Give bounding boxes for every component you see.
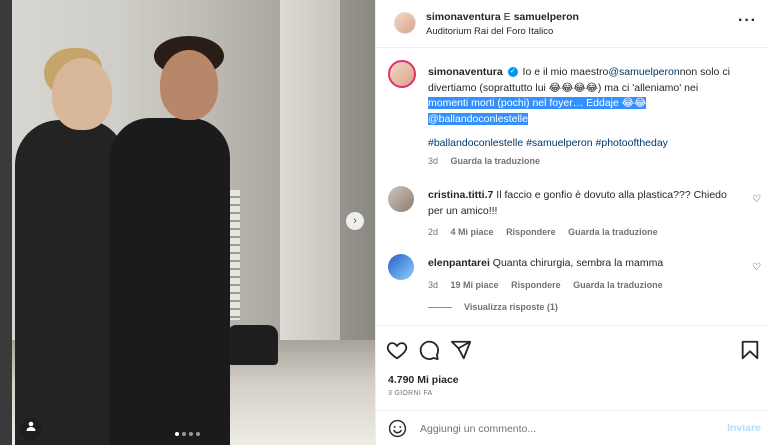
emoji-smiley-icon[interactable] [388,419,407,438]
user-icon [26,421,36,431]
likes-count[interactable]: 4.790 Mi piace [388,374,459,386]
commenter-avatar[interactable] [388,186,414,212]
next-slide-button[interactable]: › [346,212,364,230]
comment-reply-button[interactable]: Rispondere [506,227,556,237]
post-photo[interactable]: › [0,0,375,445]
comment-translate-link[interactable]: Guarda la traduzione [573,280,663,290]
bookmark-icon [741,340,759,360]
caption-highlighted-text: momenti morti (pochi) nel foyer… Eddaje … [428,97,647,109]
location-link[interactable]: Auditorium Rai del Foro Italico [426,26,553,37]
tagged-users-icon[interactable] [20,418,42,440]
caption-username[interactable]: simonaventura [428,66,503,78]
more-dots-icon[interactable]: ··· [738,12,757,30]
comment-text: Quanta chirurgia, sembra la mamma [492,257,664,269]
save-post-button[interactable] [739,339,761,364]
comment-meta: 2d 4 Mi piace Rispondere Guarda la tradu… [428,225,738,241]
photo-head-woman [52,58,112,130]
send-comment-button[interactable]: Inviare [727,422,761,434]
photo-person-woman [15,120,125,445]
comment-input[interactable] [420,419,700,439]
author-link[interactable]: simonaventura [426,11,501,23]
photo-bag [228,325,278,365]
comment-likes[interactable]: 19 Mi piace [451,280,499,290]
verified-badge-icon: ✓ [507,67,518,78]
carousel-dot [196,432,200,436]
view-replies-button[interactable]: Visualizza risposte (1) [428,302,558,312]
mention-samuelperon[interactable]: @samuelperon [608,66,679,78]
photo-person-man [110,118,230,445]
carousel-dot [189,432,193,436]
post-header: simonaventura E samuelperon Auditorium R… [376,0,768,48]
comment-body: cristina.titti.7 Il faccio e gonfio è do… [428,188,738,241]
commenter-avatar[interactable] [388,254,414,280]
comment-like-heart-icon[interactable]: ♡ [752,194,761,205]
photo-edge [0,0,12,445]
carousel-dot [175,432,179,436]
caption-hashtags[interactable]: #ballandoconlestelle #samuelperon #photo… [428,137,668,149]
comment-body: elenpantarei Quanta chirurgia, sembra la… [428,256,738,293]
comment-username[interactable]: elenpantarei [428,257,490,269]
comment-age: 3d [428,279,439,290]
comment-meta: 3d 19 Mi piace Rispondere Guarda la trad… [428,278,738,294]
comment-username[interactable]: cristina.titti.7 [428,189,493,201]
caption-part-1: Io e il mio maestro [522,66,609,78]
post-authors: simonaventura E samuelperon [426,11,579,23]
photo-pillar [280,0,340,360]
author-avatar[interactable] [394,12,416,34]
comment-reply-button[interactable]: Rispondere [511,280,561,290]
share-icon[interactable] [450,339,472,361]
caption-age: 3d [428,156,439,166]
replies-divider [428,307,452,309]
photo-head-man [160,50,218,120]
caption-meta: 3d Guarda la traduzione [428,156,540,166]
view-replies-label: Visualizza risposte (1) [464,302,558,312]
comment-likes[interactable]: 4 Mi piace [451,227,494,237]
comment-like-heart-icon[interactable]: ♡ [752,262,761,273]
caption-avatar[interactable] [388,60,416,88]
authors-joiner: E [503,11,511,23]
like-heart-icon[interactable] [386,339,408,361]
comment-icon[interactable] [418,339,440,361]
mention-ballandoconlestelle[interactable]: @ballandoconlestelle [428,113,528,125]
carousel-dots [175,432,200,436]
post-side-panel: simonaventura E samuelperon Auditorium R… [375,0,768,445]
action-icons [386,339,472,361]
caption-text: simonaventura ✓ Io e il mio maestro@samu… [428,65,758,127]
coauthor-link[interactable]: samuelperon [514,11,579,23]
comment-age: 2d [428,227,439,237]
caption-highlighted: momenti morti (pochi) nel foyer… Eddaje … [428,97,647,125]
carousel-dot [182,432,186,436]
comment-translate-link[interactable]: Guarda la traduzione [568,227,658,237]
post-date: 3 GIORNI FA [388,390,433,397]
comment-composer: Inviare [376,410,768,445]
caption-translate-link[interactable]: Guarda la traduzione [451,156,541,166]
